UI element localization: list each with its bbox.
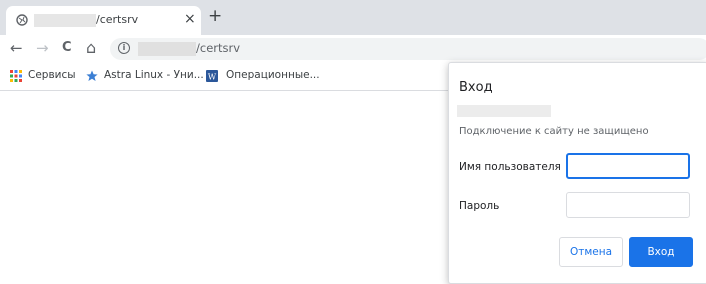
home-button[interactable]: ⌂ bbox=[86, 38, 96, 58]
globe-icon bbox=[16, 14, 28, 26]
tab-certsrv[interactable]: /certsrv × bbox=[6, 6, 201, 35]
redacted-host bbox=[138, 42, 196, 56]
bookmark-astra-linux[interactable]: Astra Linux - Уни... bbox=[104, 69, 204, 81]
back-button[interactable]: ← bbox=[10, 38, 23, 58]
new-tab-button[interactable]: + bbox=[208, 6, 222, 26]
tab-strip: /certsrv × + bbox=[0, 0, 706, 35]
dialog-title: Вход bbox=[459, 80, 493, 95]
password-label: Пароль bbox=[459, 200, 500, 212]
url-path[interactable]: /certsrv bbox=[196, 41, 240, 55]
redacted-host bbox=[457, 105, 551, 117]
redacted-host bbox=[34, 14, 96, 27]
star-icon bbox=[86, 70, 98, 81]
tab-title: /certsrv bbox=[96, 13, 139, 26]
bookmark-services[interactable]: Сервисы bbox=[28, 69, 76, 81]
sign-in-button[interactable]: Вход bbox=[629, 237, 693, 267]
info-icon[interactable]: i bbox=[118, 42, 130, 54]
w-icon: W bbox=[206, 70, 218, 82]
toolbar: ← → C ⌂ i /certsrv bbox=[0, 35, 706, 62]
cancel-button[interactable]: Отмена bbox=[559, 237, 623, 267]
username-label: Имя пользователя bbox=[459, 161, 561, 173]
sign-in-dialog: Вход Подключение к сайту не защищено Имя… bbox=[448, 62, 706, 284]
password-field[interactable] bbox=[566, 192, 690, 218]
dialog-security-warning: Подключение к сайту не защищено bbox=[459, 126, 649, 137]
bookmark-operating-systems[interactable]: Операционные... bbox=[226, 69, 320, 81]
address-bar[interactable]: i /certsrv bbox=[110, 38, 706, 60]
close-icon[interactable]: × bbox=[184, 11, 196, 27]
svg-text:W: W bbox=[208, 73, 217, 82]
apps-grid-icon bbox=[10, 70, 22, 82]
username-field[interactable] bbox=[566, 153, 690, 179]
reload-button[interactable]: C bbox=[62, 38, 72, 58]
forward-button[interactable]: → bbox=[36, 38, 49, 58]
